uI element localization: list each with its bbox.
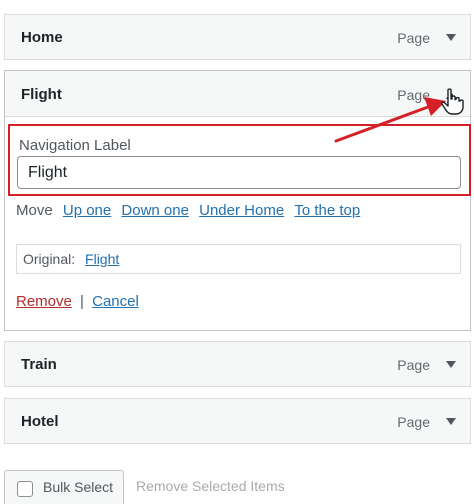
bulk-select-control[interactable]: Bulk Select xyxy=(4,470,124,504)
menu-item-train[interactable]: Train Page xyxy=(4,341,471,387)
menu-item-title: Flight xyxy=(21,86,62,103)
expand-toggle-icon[interactable] xyxy=(440,353,462,375)
menu-item-type: Page xyxy=(397,30,430,46)
menu-item-title: Train xyxy=(21,356,57,373)
move-under-home-link[interactable]: Under Home xyxy=(199,202,284,219)
remove-link[interactable]: Remove xyxy=(16,293,72,310)
bulk-select-checkbox[interactable] xyxy=(17,481,33,497)
menu-item-hotel[interactable]: Hotel Page xyxy=(4,398,471,444)
remove-selected-items-link: Remove Selected Items xyxy=(136,478,285,494)
original-link[interactable]: Flight xyxy=(85,251,119,267)
expand-toggle-icon[interactable] xyxy=(440,26,462,48)
menu-item-flight-panel: Flight Page Navigation Label Move Up one… xyxy=(4,70,471,331)
menu-item-flight[interactable]: Flight Page xyxy=(5,71,470,117)
expand-toggle-icon[interactable] xyxy=(440,410,462,432)
move-label: Move xyxy=(16,202,53,219)
move-row: Move Up one Down one Under Home To the t… xyxy=(16,202,360,219)
menu-item-type: Page xyxy=(397,87,430,103)
menu-item-title: Home xyxy=(21,29,63,46)
move-to-top-link[interactable]: To the top xyxy=(294,202,360,219)
move-up-one-link[interactable]: Up one xyxy=(63,202,111,219)
menu-item-home[interactable]: Home Page xyxy=(4,14,471,60)
menu-item-title: Hotel xyxy=(21,413,59,430)
original-label: Original: xyxy=(23,251,76,267)
navigation-label-input[interactable] xyxy=(17,156,461,189)
navigation-label-caption: Navigation Label xyxy=(19,137,131,154)
menu-item-type: Page xyxy=(397,414,430,430)
original-info: Original: Flight xyxy=(16,244,461,274)
menu-item-type: Page xyxy=(397,357,430,373)
cancel-link[interactable]: Cancel xyxy=(92,293,139,310)
hand-cursor-icon xyxy=(441,88,464,115)
move-down-one-link[interactable]: Down one xyxy=(121,202,189,219)
action-separator: | xyxy=(80,293,84,310)
bulk-select-label: Bulk Select xyxy=(43,479,114,495)
item-actions: Remove | Cancel xyxy=(16,293,139,310)
